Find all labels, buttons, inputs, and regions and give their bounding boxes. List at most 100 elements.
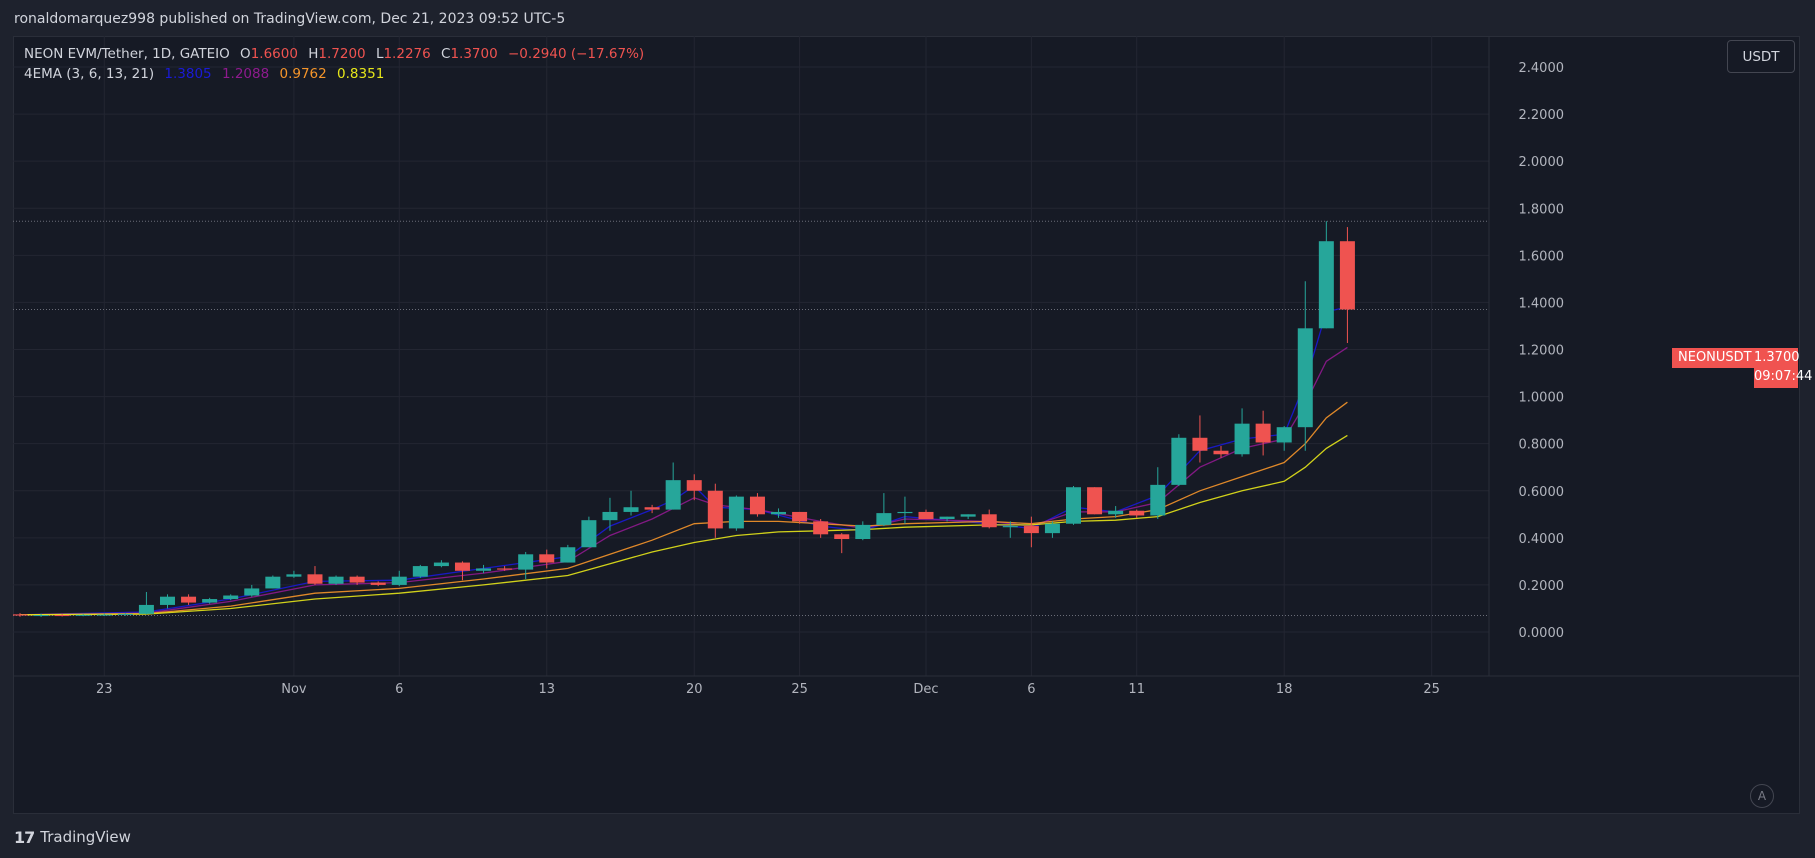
x-axis-tick-label: 13	[538, 682, 555, 697]
brand-name: TradingView	[40, 828, 131, 846]
y-axis-tick-label: 1.8000	[1519, 202, 1565, 217]
candle-body[interactable]	[138, 604, 154, 614]
x-axis-tick-label: 25	[791, 682, 808, 697]
y-axis-tick-label: 0.0000	[1519, 626, 1565, 641]
candle-body[interactable]	[1023, 526, 1039, 534]
ema-indicator-label[interactable]: 4EMA (3, 6, 13, 21)	[24, 66, 154, 82]
candle-body[interactable]	[202, 599, 218, 603]
y-axis-tick-label: 0.8000	[1519, 438, 1565, 453]
ema-6-value: 1.2088	[221, 66, 270, 82]
currency-button[interactable]: USDT	[1727, 40, 1795, 73]
candle-body[interactable]	[476, 568, 492, 571]
close-value: 1.3700	[450, 46, 498, 62]
candle-body[interactable]	[665, 480, 681, 510]
candle-body[interactable]	[539, 554, 555, 563]
ema-row: 4EMA (3, 6, 13, 21) 1.3805 1.2088 0.9762…	[24, 64, 644, 84]
candle-body[interactable]	[1234, 423, 1250, 455]
ema-6-line	[19, 346, 1348, 616]
candle-body[interactable]	[223, 595, 239, 600]
y-axis-tick-label: 1.2000	[1519, 344, 1565, 359]
footer-brand[interactable]: 17 TradingView	[14, 824, 131, 850]
x-axis-tick-label: 23	[96, 682, 113, 697]
candle-body[interactable]	[939, 516, 955, 519]
candle-body[interactable]	[960, 514, 976, 517]
price-tag-value-box: 1.3700 09:07:44	[1754, 348, 1813, 388]
candle-body[interactable]	[1171, 437, 1187, 485]
candle-body[interactable]	[1297, 328, 1313, 428]
candle-body[interactable]	[623, 507, 639, 512]
candle-body[interactable]	[1213, 450, 1229, 455]
y-axis-tick-label: 0.4000	[1519, 532, 1565, 547]
candle-body[interactable]	[1087, 487, 1103, 515]
candle-body[interactable]	[159, 596, 175, 605]
candle-body[interactable]	[1002, 526, 1018, 528]
candle-body[interactable]	[412, 566, 428, 577]
candle-body[interactable]	[181, 596, 197, 603]
candle-body[interactable]	[707, 490, 723, 529]
candle-body[interactable]	[749, 496, 765, 515]
x-axis-tick-label: 18	[1276, 682, 1293, 697]
candle-body[interactable]	[265, 576, 281, 589]
candle-body[interactable]	[1339, 241, 1355, 310]
candle-body[interactable]	[602, 511, 618, 521]
candle-body[interactable]	[560, 547, 576, 563]
candle-body[interactable]	[897, 511, 913, 514]
price-tag-countdown: 09:07:44	[1754, 369, 1813, 384]
candle-body[interactable]	[1255, 423, 1271, 443]
candle-body[interactable]	[1108, 510, 1124, 515]
candle-body[interactable]	[497, 568, 513, 570]
x-axis-tick-label: 6	[1027, 682, 1035, 697]
candle-body[interactable]	[1066, 487, 1081, 524]
ema-3-value: 1.3805	[164, 66, 212, 82]
candle-body[interactable]	[1044, 523, 1060, 534]
y-axis-tick-label: 2.2000	[1519, 108, 1565, 123]
candle-body[interactable]	[286, 574, 302, 577]
candle-body[interactable]	[644, 507, 660, 510]
candle-body[interactable]	[307, 574, 323, 584]
candle-body[interactable]	[1129, 510, 1145, 516]
candle-body[interactable]	[876, 513, 892, 525]
candle-body[interactable]	[1150, 484, 1166, 516]
candle-body[interactable]	[981, 514, 997, 528]
x-axis-tick-label: Dec	[913, 682, 938, 697]
candle-body[interactable]	[1192, 437, 1208, 451]
auto-scale-button[interactable]: A	[1750, 784, 1774, 808]
candle-body[interactable]	[391, 576, 407, 585]
candle-body[interactable]	[54, 615, 70, 617]
candle-body[interactable]	[518, 554, 534, 570]
candle-body[interactable]	[117, 613, 133, 615]
candle-body[interactable]	[433, 562, 449, 567]
candle-body[interactable]	[75, 614, 91, 616]
candle-body[interactable]	[728, 496, 744, 529]
y-axis-tick-label: 2.4000	[1519, 61, 1565, 76]
candle-body[interactable]	[918, 511, 934, 519]
candle-body[interactable]	[792, 511, 808, 522]
candle-body[interactable]	[370, 582, 386, 585]
candle-body[interactable]	[834, 534, 850, 540]
x-axis-tick-label: 20	[686, 682, 703, 697]
y-axis-tick-label: 1.0000	[1519, 391, 1565, 406]
candle-body[interactable]	[349, 576, 365, 583]
y-axis-tick-label: 0.2000	[1519, 579, 1565, 594]
candle-body[interactable]	[454, 562, 470, 571]
ema-13-value: 0.9762	[279, 66, 327, 82]
ema-13-line	[19, 401, 1348, 616]
candle-body[interactable]	[244, 588, 260, 596]
candle-body[interactable]	[686, 480, 702, 491]
candle-body[interactable]	[33, 615, 49, 617]
candle-body[interactable]	[1318, 241, 1334, 329]
y-axis-tick-label: 1.6000	[1519, 249, 1565, 264]
candle-body[interactable]	[855, 524, 871, 540]
candle-body[interactable]	[771, 511, 787, 515]
candlestick-chart[interactable]: 2.4000 2.2000 2.0000 1.8000 1.6000 1.4000 1.20…	[13, 36, 1800, 814]
candle-body[interactable]	[813, 521, 829, 535]
x-axis-tick-label: Nov	[281, 682, 307, 697]
symbol-title[interactable]: NEON EVM/Tether, 1D, GATEIO	[24, 46, 230, 62]
candle-body[interactable]	[581, 520, 597, 548]
candle-body[interactable]	[13, 614, 28, 616]
y-axis-tick-label: 0.6000	[1519, 485, 1565, 500]
last-price-tag: NEONUSDT 1.3700 09:07:44	[1672, 348, 1813, 388]
candle-body[interactable]	[96, 614, 112, 616]
candle-body[interactable]	[328, 576, 344, 584]
candle-body[interactable]	[1276, 427, 1292, 443]
